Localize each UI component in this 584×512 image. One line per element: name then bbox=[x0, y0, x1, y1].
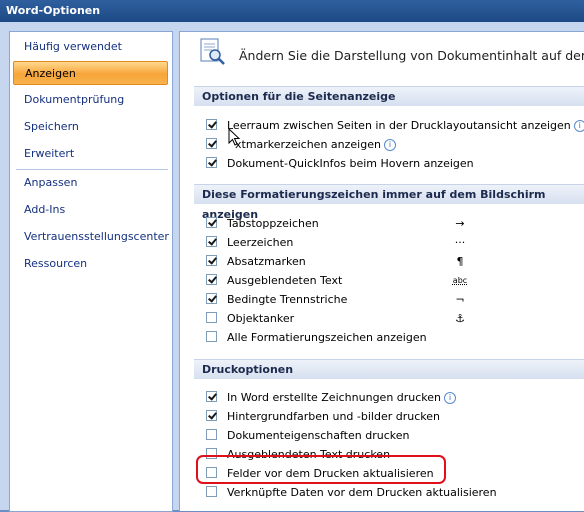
sidebar-item-vertrauensstellungscenter[interactable]: Vertrauensstellungscenter bbox=[13, 225, 169, 249]
options-panel: Ändern Sie die Darstellung von Dokumenti… bbox=[179, 31, 584, 511]
sidebar-item-dokumentpruefung[interactable]: Dokumentprüfung bbox=[13, 88, 168, 112]
option-label: In Word erstellte Zeichnungen drucken bbox=[227, 391, 442, 404]
option-label: Tabstoppzeichen bbox=[227, 217, 319, 230]
dialog-body: Häufig verwendet Anzeigen Dokumentprüfun… bbox=[0, 22, 584, 512]
section-header-druckoptionen: Druckoptionen bbox=[194, 359, 584, 379]
option-label: Dokumenteigenschaften drucken bbox=[227, 429, 410, 442]
tab-arrow-icon: → bbox=[455, 217, 465, 230]
pilcrow-icon: ¶ bbox=[456, 255, 464, 268]
optional-hyphen-icon: ¬ bbox=[455, 293, 465, 306]
checkbox[interactable] bbox=[206, 157, 217, 168]
window-title: Word-Optionen bbox=[6, 4, 101, 17]
option-label: Verknüpfte Daten vor dem Drucken aktuali… bbox=[227, 486, 497, 499]
sidebar-item-anpassen[interactable]: Anpassen bbox=[13, 171, 168, 195]
checkbox[interactable] bbox=[206, 331, 217, 342]
option-label: Objektanker bbox=[227, 312, 295, 325]
option-label: Alle Formatierungszeichen anzeigen bbox=[227, 331, 427, 344]
mouse-pointer-icon bbox=[228, 128, 241, 146]
panel-header: Ändern Sie die Darstellung von Dokumenti… bbox=[180, 32, 584, 80]
sidebar: Häufig verwendet Anzeigen Dokumentprüfun… bbox=[9, 31, 173, 512]
info-icon: i bbox=[383, 139, 396, 151]
section-header-formatierungszeichen: Diese Formatierungszeichen immer auf dem… bbox=[194, 184, 584, 221]
sidebar-item-erweitert[interactable]: Erweitert bbox=[13, 142, 168, 166]
option-label: Leerraum zwischen Seiten in der Drucklay… bbox=[227, 119, 571, 132]
title-bar: Word-Optionen bbox=[0, 0, 584, 22]
option-label: Hintergrundfarben und -bilder drucken bbox=[227, 410, 440, 423]
checkbox[interactable] bbox=[206, 138, 217, 149]
panel-header-text: Ändern Sie die Darstellung von Dokumenti… bbox=[239, 48, 584, 63]
sidebar-divider bbox=[16, 169, 168, 170]
space-dots-icon: ··· bbox=[454, 236, 466, 249]
option-label: Ausgeblendeten Text bbox=[227, 274, 343, 287]
checkbox[interactable] bbox=[206, 217, 217, 228]
checkbox[interactable] bbox=[206, 236, 217, 247]
checkbox[interactable] bbox=[206, 486, 217, 497]
info-icon: i bbox=[444, 392, 457, 404]
checkbox[interactable] bbox=[206, 293, 217, 304]
option-label: Leerzeichen bbox=[227, 236, 294, 249]
section-header-seitenanzeige: Optionen für die Seitenanzeige bbox=[194, 86, 584, 106]
anchor-icon: ⚓ bbox=[455, 312, 465, 325]
sidebar-item-ressourcen[interactable]: Ressourcen bbox=[13, 252, 168, 276]
sidebar-item-haeufig-verwendet[interactable]: Häufig verwendet bbox=[13, 35, 168, 59]
option-label: Absatzmarken bbox=[227, 255, 306, 268]
checkbox[interactable] bbox=[206, 274, 217, 285]
sidebar-item-add-ins[interactable]: Add-Ins bbox=[13, 198, 168, 222]
document-magnifier-icon bbox=[200, 38, 225, 65]
checkbox[interactable] bbox=[206, 119, 217, 130]
checkbox[interactable] bbox=[206, 391, 217, 402]
checkbox[interactable] bbox=[206, 410, 217, 421]
highlight-box bbox=[196, 455, 446, 484]
hidden-text-icon: abc bbox=[452, 276, 468, 285]
sidebar-item-anzeigen[interactable]: Anzeigen bbox=[13, 61, 168, 85]
checkbox[interactable] bbox=[206, 429, 217, 440]
option-label: Bedingte Trennstriche bbox=[227, 293, 348, 306]
info-icon: i bbox=[573, 120, 584, 132]
checkbox[interactable] bbox=[206, 255, 217, 266]
sidebar-item-speichern[interactable]: Speichern bbox=[13, 115, 168, 139]
checkbox[interactable] bbox=[206, 312, 217, 323]
option-label: xtmarkerzeichen anzeigen bbox=[235, 138, 381, 151]
option-label: Dokument-QuickInfos beim Hovern anzeigen bbox=[227, 157, 474, 170]
